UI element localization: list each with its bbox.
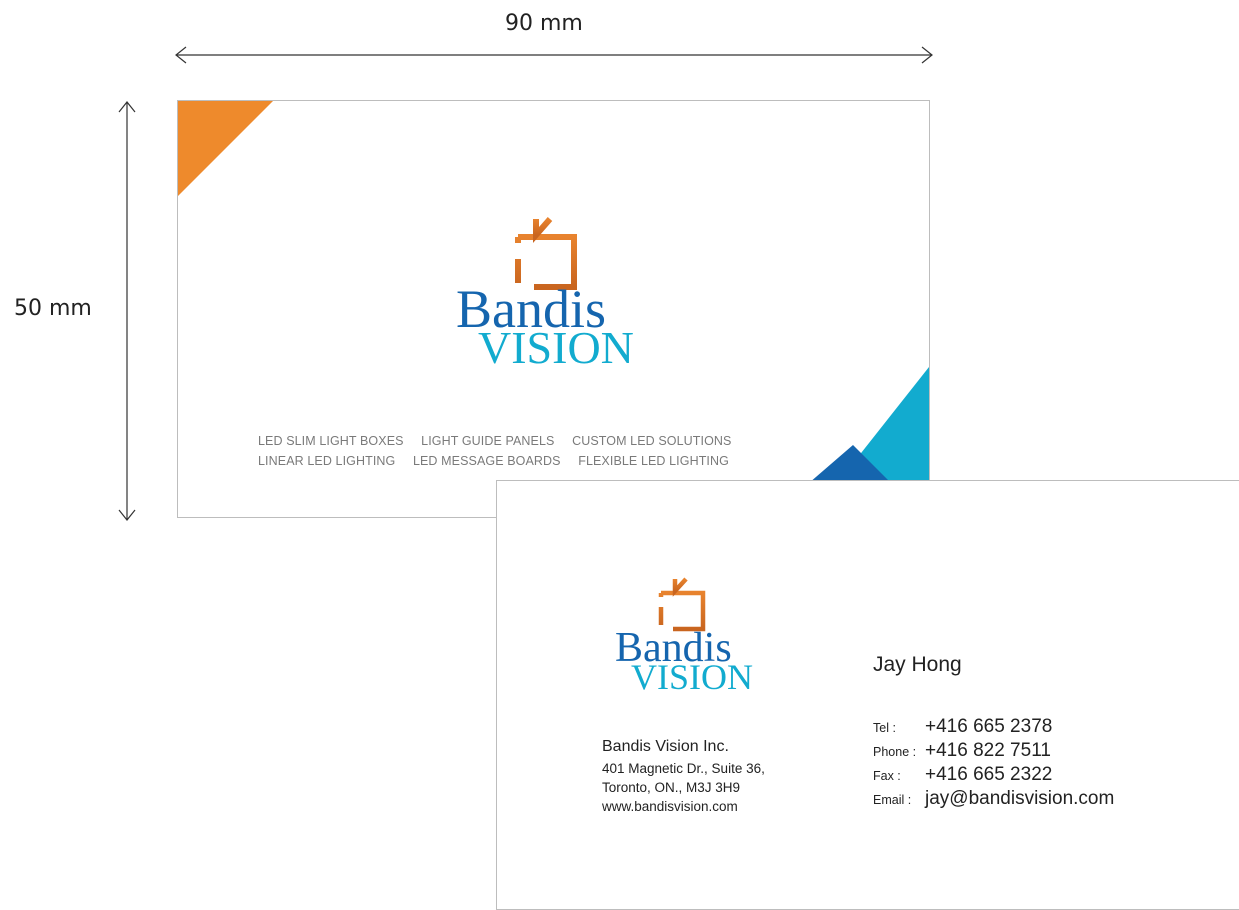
logo-word-vision: VISION bbox=[631, 657, 753, 697]
phone-label: Phone : bbox=[873, 745, 917, 759]
company-address-line2: Toronto, ON., M3J 3H9 bbox=[602, 780, 741, 795]
contact-details: Tel : +416 665 2378 Phone : +416 822 751… bbox=[873, 716, 1114, 812]
company-name: Bandis Vision Inc. bbox=[602, 738, 729, 755]
email-label: Email : bbox=[873, 793, 912, 807]
business-card-back: Bandis VISION Bandis Vision Inc. 401 Mag… bbox=[496, 480, 1239, 910]
email-row: Email : jay@bandisvision.com bbox=[873, 788, 1114, 812]
tel-row: Tel : +416 665 2378 bbox=[873, 716, 1114, 740]
logo-word-vision: VISION bbox=[478, 322, 634, 373]
company-website: www.bandisvision.com bbox=[602, 799, 738, 814]
email-value: jay@bandisvision.com bbox=[925, 788, 1115, 809]
width-dimension-label: 90 mm bbox=[505, 11, 583, 36]
height-dimension-label: 50 mm bbox=[14, 296, 92, 321]
service-item: LED SLIM LIGHT BOXES bbox=[258, 434, 404, 448]
service-item: CUSTOM LED SOLUTIONS bbox=[572, 434, 732, 448]
business-card-front: Bandis VISION LED SLIM LIGHT BOXES LIGHT… bbox=[177, 100, 930, 518]
tel-value: +416 665 2378 bbox=[925, 716, 1053, 737]
person-name: Jay Hong bbox=[873, 653, 962, 676]
fax-value: +416 665 2322 bbox=[925, 764, 1053, 785]
fax-row: Fax : +416 665 2322 bbox=[873, 764, 1114, 788]
bandis-vision-logo: Bandis VISION bbox=[615, 577, 765, 697]
service-item: LIGHT GUIDE PANELS bbox=[421, 434, 555, 448]
bandis-vision-logo: Bandis VISION bbox=[456, 215, 636, 375]
service-item: FLEXIBLE LED LIGHTING bbox=[578, 454, 729, 468]
tel-label: Tel : bbox=[873, 721, 896, 735]
service-item: LINEAR LED LIGHTING bbox=[258, 454, 396, 468]
phone-row: Phone : +416 822 7511 bbox=[873, 740, 1114, 764]
services-row: LINEAR LED LIGHTING LED MESSAGE BOARDS F… bbox=[258, 451, 746, 471]
service-item: LED MESSAGE BOARDS bbox=[412, 454, 561, 468]
services-list: LED SLIM LIGHT BOXES LIGHT GUIDE PANELS … bbox=[258, 431, 746, 471]
company-address-line1: 401 Magnetic Dr., Suite 36, bbox=[602, 761, 765, 776]
phone-value: +416 822 7511 bbox=[925, 740, 1051, 761]
company-info: Bandis Vision Inc. 401 Magnetic Dr., Sui… bbox=[602, 738, 765, 816]
height-dimension-arrow bbox=[118, 101, 136, 521]
width-dimension-arrow bbox=[175, 46, 933, 64]
services-row: LED SLIM LIGHT BOXES LIGHT GUIDE PANELS … bbox=[258, 431, 746, 451]
orange-corner-triangle bbox=[178, 101, 273, 196]
fax-label: Fax : bbox=[873, 769, 901, 783]
